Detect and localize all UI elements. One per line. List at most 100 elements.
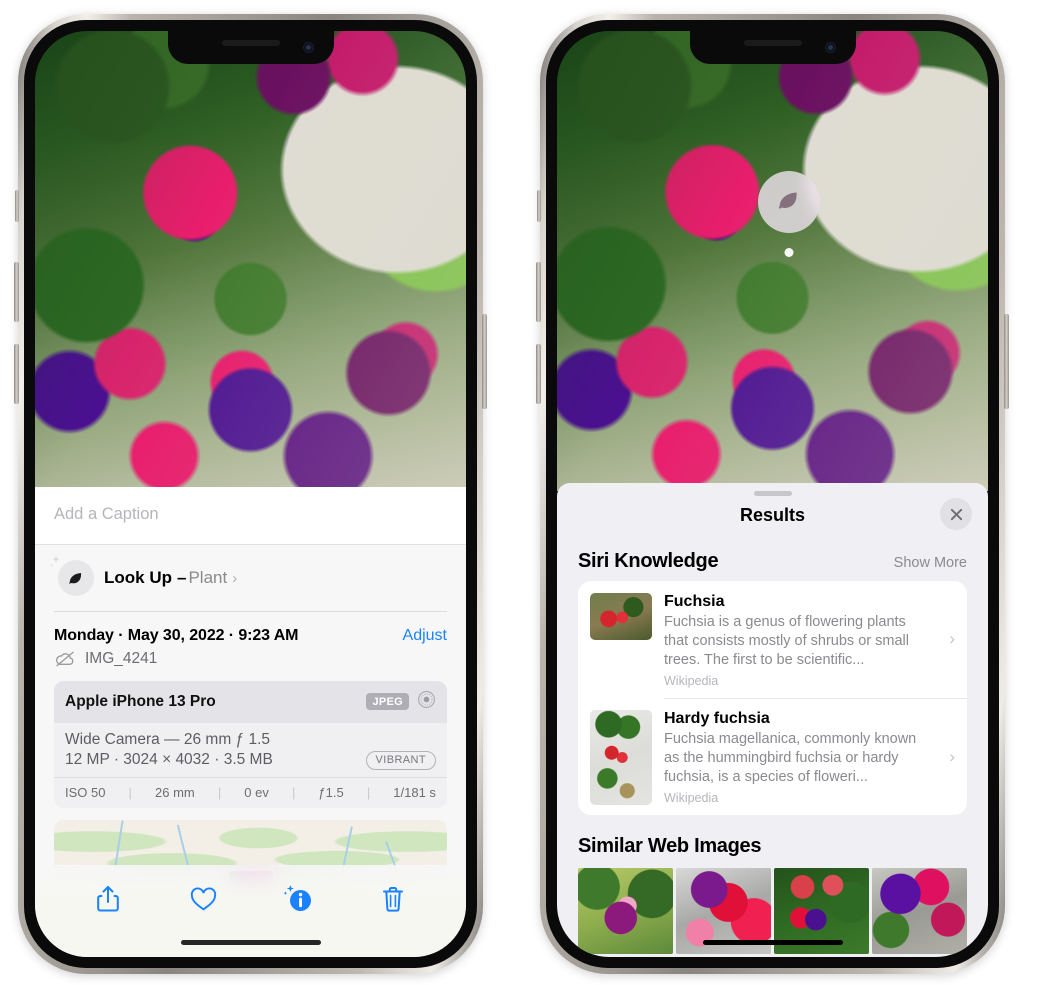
adjust-button[interactable]: Adjust <box>403 627 447 645</box>
lookup-anchor-dot <box>784 248 794 257</box>
size-info-row: 12 MP · 3024 × 4032 · 3.5 MB VIBRANT <box>65 750 436 770</box>
knowledge-item[interactable]: Hardy fuchsia Fuchsia magellanica, commo… <box>578 698 967 815</box>
exif-body: Wide Camera — 26 mm ƒ 1.5 12 MP · 3024 ×… <box>54 722 447 777</box>
results-header: Results <box>557 496 988 530</box>
delete-button[interactable] <box>369 879 417 919</box>
device-notch <box>689 31 856 64</box>
format-badge: JPEG <box>366 693 409 710</box>
filename-row: IMG_4241 <box>35 647 466 681</box>
look-up-row[interactable]: Look Up – Plant › <box>35 545 466 611</box>
favorite-button[interactable] <box>179 879 227 919</box>
visual-lookup-leaf-badge[interactable] <box>758 171 820 257</box>
exif-stat-shutter: 1/181 s <box>393 784 436 800</box>
silent-switch[interactable] <box>537 190 541 222</box>
volume-up-button[interactable] <box>536 262 541 322</box>
look-up-label: Look Up <box>104 568 172 587</box>
share-icon <box>97 886 120 912</box>
results-sheet: Results Siri Knowledge Show More Fuchsia… <box>557 483 988 957</box>
volume-down-button[interactable] <box>14 344 19 404</box>
caption-placeholder: Add a Caption <box>54 505 159 523</box>
info-sparkle-icon <box>283 885 311 911</box>
chevron-right-icon: › <box>949 746 955 766</box>
siri-knowledge-card: Fuchsia Fuchsia is a genus of flowering … <box>578 581 967 816</box>
exif-stat-sep: | <box>217 784 222 800</box>
exif-header: Apple iPhone 13 Pro JPEG <box>54 680 447 723</box>
right-phone-device: Results Siri Knowledge Show More Fuchsia… <box>536 14 1009 974</box>
cloud-slash-icon <box>54 651 76 667</box>
power-button[interactable] <box>482 314 487 409</box>
front-camera <box>824 42 836 53</box>
caption-field[interactable]: Add a Caption <box>35 487 466 545</box>
exif-stats-row: ISO 50 | 26 mm | 0 ev | ƒ1.5 | 1/181 s <box>54 776 447 808</box>
earpiece-speaker <box>743 40 802 46</box>
exif-stat-iso: ISO 50 <box>65 784 106 800</box>
exif-stat-aperture: ƒ1.5 <box>318 784 344 800</box>
exif-stat-sep: | <box>366 784 371 800</box>
right-phone-bezel: Results Siri Knowledge Show More Fuchsia… <box>546 20 999 968</box>
show-more-button[interactable]: Show More <box>894 555 967 571</box>
look-up-icon-group <box>50 555 94 598</box>
photo-overlay <box>35 31 466 493</box>
photo-overlay <box>557 31 988 491</box>
knowledge-description: Fuchsia is a genus of flowering plants t… <box>664 614 909 668</box>
heart-icon <box>190 886 216 910</box>
exif-stat-sep: | <box>128 784 132 800</box>
right-phone-screen: Results Siri Knowledge Show More Fuchsia… <box>557 31 988 957</box>
volume-down-button[interactable] <box>536 344 541 404</box>
close-button[interactable] <box>940 498 972 530</box>
photographic-style-badge: VIBRANT <box>365 750 436 770</box>
similar-web-images-header: Similar Web Images <box>557 815 988 868</box>
knowledge-source: Wikipedia <box>664 673 719 688</box>
trash-icon <box>382 886 403 912</box>
left-phone-bezel: Add a Caption Look Up – Plant › Monday ·… <box>24 20 477 968</box>
knowledge-title: Hardy fuchsia <box>664 710 770 728</box>
chevron-right-icon: › <box>232 569 238 587</box>
look-up-subject: Plant <box>188 568 228 587</box>
silent-switch[interactable] <box>15 190 19 222</box>
share-button[interactable] <box>84 879 132 919</box>
leaf-icon <box>774 185 804 220</box>
leaf-icon <box>66 568 86 588</box>
front-camera <box>302 42 314 53</box>
knowledge-thumbnail <box>590 593 652 640</box>
exif-stat-focal: 26 mm <box>155 784 195 800</box>
knowledge-text: Fuchsia Fuchsia is a genus of flowering … <box>664 593 955 688</box>
photo-viewer[interactable] <box>35 31 466 493</box>
leaf-icon-circle <box>58 560 94 596</box>
volume-up-button[interactable] <box>14 262 19 322</box>
exif-stat-ev: 0 ev <box>244 784 269 800</box>
earpiece-speaker <box>221 40 280 46</box>
knowledge-title: Fuchsia <box>664 593 725 610</box>
web-image-4[interactable] <box>872 868 967 955</box>
knowledge-description: Fuchsia magellanica, commonly known as t… <box>664 731 917 786</box>
close-icon <box>950 508 962 520</box>
aperture-icon <box>417 690 436 714</box>
camera-device-name: Apple iPhone 13 Pro <box>65 692 216 710</box>
knowledge-source: Wikipedia <box>664 791 719 806</box>
device-notch <box>167 31 334 64</box>
photo-viewer[interactable] <box>557 31 988 491</box>
exif-stat-sep: | <box>291 784 296 800</box>
results-title: Results <box>739 505 806 525</box>
home-indicator[interactable] <box>702 940 843 945</box>
web-image-1[interactable] <box>578 868 673 955</box>
image-size-info: 12 MP · 3024 × 4032 · 3.5 MB <box>65 751 273 768</box>
chevron-right-icon: › <box>949 629 955 649</box>
siri-knowledge-title: Siri Knowledge <box>578 550 719 572</box>
power-button[interactable] <box>1004 314 1009 409</box>
left-phone-device: Add a Caption Look Up – Plant › Monday ·… <box>14 14 487 974</box>
similar-web-images-title: Similar Web Images <box>578 835 762 858</box>
exif-badges: JPEG <box>366 690 436 714</box>
exif-card[interactable]: Apple iPhone 13 Pro JPEG Wide Camera — 2… <box>54 680 447 808</box>
photo-filename: IMG_4241 <box>85 649 158 667</box>
look-up-dash: – <box>177 568 187 587</box>
knowledge-thumbnail <box>590 710 652 806</box>
home-indicator[interactable] <box>180 940 321 945</box>
knowledge-item[interactable]: Fuchsia Fuchsia is a genus of flowering … <box>578 581 967 698</box>
siri-knowledge-header: Siri Knowledge Show More <box>557 530 988 581</box>
info-button[interactable] <box>274 879 322 919</box>
knowledge-text: Hardy fuchsia Fuchsia magellanica, commo… <box>664 710 955 805</box>
lens-info: Wide Camera — 26 mm ƒ 1.5 <box>65 730 271 748</box>
photo-datetime: Monday · May 30, 2022 · 9:23 AM <box>54 626 299 644</box>
datetime-row: Monday · May 30, 2022 · 9:23 AM Adjust <box>35 612 466 647</box>
